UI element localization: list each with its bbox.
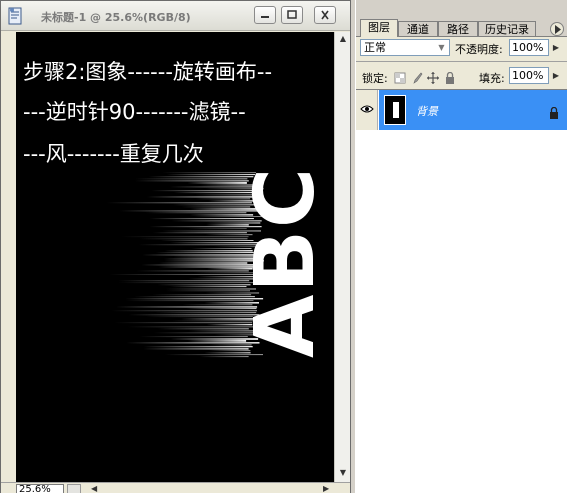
eye-icon[interactable] <box>356 90 378 130</box>
zoom-field[interactable]: 25.6% <box>16 484 64 493</box>
scroll-right-icon[interactable]: ▶ <box>323 484 329 493</box>
lock-transparency-icon[interactable] <box>394 69 406 84</box>
document-window: 未标题-1 @ 25.6%(RGB/8) ABC 步骤2:图象------旋转画… <box>0 0 351 493</box>
wind-streak <box>157 328 249 330</box>
status-info-icon[interactable] <box>67 484 81 493</box>
panel-header <box>356 0 567 20</box>
wind-streak <box>135 178 248 180</box>
fill-field[interactable]: 100% <box>509 67 549 84</box>
wind-streak <box>138 238 248 240</box>
wind-streak <box>143 346 253 348</box>
chevron-down-icon: ▼ <box>438 43 445 52</box>
wind-streak <box>134 296 255 298</box>
document-titlebar[interactable]: 未标题-1 @ 25.6%(RGB/8) <box>1 1 350 31</box>
scroll-left-icon[interactable]: ◀ <box>91 484 97 493</box>
canvas-gutter <box>1 32 16 482</box>
wind-streak <box>170 286 247 288</box>
document-title: 未标题-1 @ 25.6%(RGB/8) <box>41 11 191 24</box>
scroll-up-icon[interactable]: ▲ <box>338 34 348 44</box>
lock-all-icon[interactable] <box>444 69 456 84</box>
wind-streak <box>143 348 249 350</box>
wind-streak <box>114 322 253 324</box>
wind-streak <box>141 264 254 266</box>
close-button[interactable] <box>314 6 336 24</box>
wind-streak <box>134 180 249 182</box>
wind-streak <box>111 310 257 312</box>
scroll-down-icon[interactable]: ▼ <box>338 468 348 478</box>
photoshop-document-icon <box>7 7 23 25</box>
wind-streak <box>145 316 253 318</box>
layer-name: 背景 <box>416 105 438 118</box>
minimize-button[interactable] <box>254 6 276 24</box>
wind-streak <box>139 336 248 338</box>
layer-thumbnail <box>384 95 406 125</box>
vertical-scrollbar[interactable]: ▲ ▼ <box>334 32 350 482</box>
opacity-field[interactable]: 100% <box>509 39 549 56</box>
lock-position-move-icon[interactable] <box>427 69 439 84</box>
wind-streak <box>145 212 247 214</box>
opacity-label: 不透明度: <box>455 43 503 56</box>
wind-streak <box>109 274 256 275</box>
wind-streak <box>106 202 252 204</box>
canvas-text-line-3: ---风-------重复几次 <box>23 142 204 166</box>
wind-streak <box>158 262 248 264</box>
panel-menu-icon[interactable] <box>550 22 564 36</box>
layer-selection[interactable]: 背景 <box>379 90 567 130</box>
layers-list: 背景 <box>356 89 567 493</box>
wind-streak <box>125 300 254 302</box>
opacity-slider-icon[interactable]: ▶ <box>550 39 562 56</box>
wind-streak <box>121 236 249 238</box>
document-canvas[interactable]: ABC 步骤2:图象------旋转画布-- ---逆时针90-------滤镜… <box>16 32 334 482</box>
wind-streak <box>151 190 252 192</box>
wind-streak <box>117 280 250 282</box>
maximize-button[interactable] <box>281 6 303 24</box>
panel-body: 正常 ▼ 不透明度: 100% ▶ 锁定: 填充: 100% ▶ 背景 <box>356 36 567 493</box>
panel-divider <box>356 61 567 62</box>
fill-slider-icon[interactable]: ▶ <box>550 67 562 84</box>
tab-paths[interactable]: 路径 <box>438 21 478 37</box>
tab-history[interactable]: 历史记录 <box>478 21 536 37</box>
layers-panel: 图层 通道 路径 历史记录 正常 ▼ 不透明度: 100% ▶ 锁定: 填充: … <box>355 0 567 493</box>
status-bar: 25.6% ◀ ▶ <box>1 482 350 493</box>
canvas-text-line-2: ---逆时针90-------滤镜-- <box>23 100 246 124</box>
wind-streak <box>152 294 252 296</box>
fill-label: 填充: <box>479 72 505 85</box>
wind-streak <box>152 232 247 234</box>
canvas-text-line-1: 步骤2:图象------旋转画布-- <box>23 60 273 84</box>
tab-channels[interactable]: 通道 <box>398 21 438 37</box>
lock-icon <box>549 104 559 123</box>
blend-mode-select[interactable]: 正常 ▼ <box>360 39 450 56</box>
svg-text:ABC: ABC <box>238 166 333 358</box>
wind-streak <box>157 284 251 286</box>
lock-label: 锁定: <box>362 72 388 85</box>
wind-streak <box>117 282 257 284</box>
photoshop-workspace: 未标题-1 @ 25.6%(RGB/8) ABC 步骤2:图象------旋转画… <box>0 0 567 493</box>
wind-streak <box>136 270 249 272</box>
wind-streak <box>115 306 258 308</box>
blend-mode-value: 正常 <box>364 41 386 54</box>
tab-layers[interactable]: 图层 <box>360 19 398 37</box>
lock-pixels-brush-icon[interactable] <box>411 69 423 84</box>
layer-row[interactable]: 背景 <box>356 90 567 130</box>
